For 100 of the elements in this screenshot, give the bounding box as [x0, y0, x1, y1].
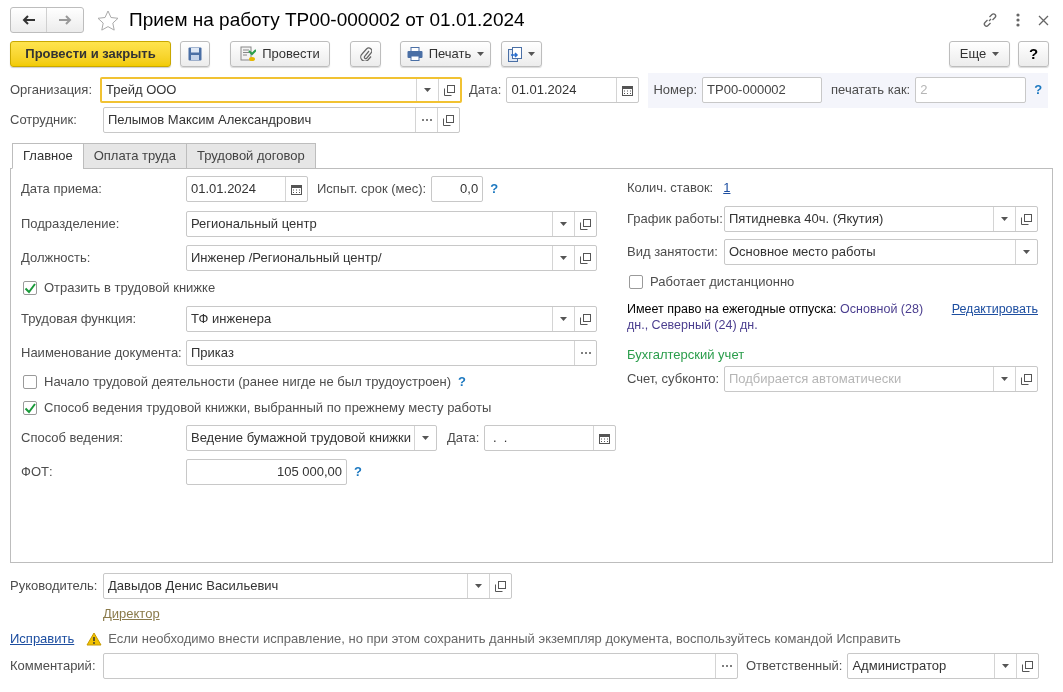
window-title: Прием на работу ТР00-000002 от 01.01.2024	[129, 7, 525, 32]
input-field[interactable]: ТР00-000002	[702, 77, 823, 103]
arrow-right-icon	[58, 15, 72, 25]
help-link[interactable]: ?	[458, 372, 467, 392]
field-label: Должность:	[21, 249, 92, 268]
caret-down-icon	[560, 222, 567, 226]
field-value: Основное место работы	[729, 243, 876, 262]
help-button[interactable]: ?	[1018, 41, 1049, 67]
arrow-left-icon	[21, 15, 36, 25]
caret-down-icon	[422, 436, 429, 440]
input-field[interactable]: Трейд ООО	[100, 77, 462, 103]
attach-button[interactable]	[350, 41, 381, 67]
more-button[interactable]: Еще	[949, 41, 1010, 67]
help-link[interactable]: ?	[1034, 80, 1043, 100]
field-value: 01.01.2024	[511, 81, 577, 100]
field-value: 105 000,00	[276, 463, 342, 482]
open-window-icon	[443, 114, 454, 126]
open-window-icon	[580, 313, 591, 325]
input-field[interactable]: Пятидневка 40ч. (Якутия)	[724, 206, 1038, 232]
checkbox[interactable]	[23, 281, 37, 295]
open-window-icon	[1022, 660, 1034, 672]
field-label: Колич. ставок:	[627, 179, 714, 198]
field-value: ТР00-000002	[707, 81, 786, 100]
rate-link[interactable]: 1	[723, 178, 731, 198]
calendar-icon	[291, 183, 302, 195]
field-label: Счет, субконто:	[627, 370, 721, 389]
position-link[interactable]: Директор	[103, 604, 160, 624]
caret-down-icon	[1002, 664, 1010, 668]
input-field[interactable]	[103, 653, 738, 679]
caret-down-icon	[560, 317, 567, 321]
field-label: Сотрудник:	[10, 111, 78, 130]
document-arrow-icon	[508, 46, 522, 62]
field-value: Инженер /Региональный центр/	[191, 249, 382, 268]
input-field[interactable]: Основное место работы	[724, 239, 1038, 265]
input-field[interactable]: Региональный центр	[186, 211, 597, 237]
field-label: Способ ведения:	[21, 429, 125, 448]
edit-link[interactable]: Редактировать	[951, 301, 1038, 333]
caret-down-icon	[1001, 217, 1008, 221]
tab[interactable]: Оплата труда	[82, 143, 187, 169]
checkbox[interactable]	[23, 375, 37, 389]
correction-link[interactable]: Исправить	[10, 629, 75, 649]
document-post-icon	[240, 46, 257, 62]
open-window-icon	[444, 84, 455, 96]
field-label: Дата приема:	[21, 180, 103, 199]
help-link[interactable]: ?	[354, 462, 362, 482]
input-field[interactable]: 01.01.2024	[506, 77, 640, 103]
field-label: Дата:	[469, 81, 502, 100]
post-and-close-button[interactable]: Провести и закрыть	[10, 41, 171, 67]
field-value: Пятидневка 40ч. (Якутия)	[729, 210, 884, 229]
input-field[interactable]: Администратор	[847, 653, 1040, 679]
input-field[interactable]: 105 000,00	[186, 459, 347, 485]
save-button[interactable]	[180, 41, 210, 67]
open-window-icon	[1021, 373, 1032, 385]
export-button[interactable]	[501, 41, 542, 67]
caret-down-icon	[1023, 250, 1030, 254]
tab[interactable]: Трудовой договор	[185, 143, 316, 169]
vacation-text: Имеет право на ежегодные отпуска: Основной (28) дн., Северный (24) дн.	[627, 301, 925, 333]
input-field[interactable]: ТФ инженера	[186, 306, 597, 332]
checkbox[interactable]	[629, 275, 643, 289]
field-label: печатать как:	[831, 81, 911, 100]
caret-down-icon	[560, 256, 567, 260]
input-field[interactable]: Ведение бумажной трудовой книжки	[186, 425, 437, 451]
input-field[interactable]: Инженер /Региональный центр/	[186, 245, 597, 271]
field-label: Руководитель:	[10, 577, 99, 596]
input-field[interactable]: 0,0	[431, 176, 484, 202]
input-field[interactable]: . .	[484, 425, 617, 451]
input-field[interactable]: 01.01.2024	[186, 176, 308, 202]
checkbox-label: Работает дистанционно	[650, 273, 795, 292]
field-label: Дата:	[447, 429, 480, 448]
star-icon[interactable]	[97, 9, 119, 31]
field-placeholder: 2	[920, 81, 928, 100]
field-value: Трейд ООО	[106, 81, 177, 100]
field-label: Ответственный:	[746, 657, 843, 676]
more-vertical-icon[interactable]	[1016, 13, 1020, 27]
post-button[interactable]: Провести	[230, 41, 330, 67]
help-link[interactable]: ?	[490, 179, 499, 199]
caret-down-icon	[475, 584, 482, 588]
link-icon[interactable]	[982, 12, 998, 28]
input-field[interactable]: Приказ	[186, 340, 597, 366]
close-icon[interactable]	[1038, 14, 1049, 26]
checkmark-icon	[24, 282, 36, 294]
field-placeholder: Подбирается автоматически	[729, 370, 902, 389]
input-field[interactable]: Давыдов Денис Васильевич	[103, 573, 512, 599]
warning-message: Если необходимо внести исправление, но при этом сохранить данный экземпляр документа, воспользуйтесь командой Исправить	[108, 630, 901, 649]
field-label: Испыт. срок (мес):	[317, 180, 427, 199]
caret-down-icon	[424, 88, 431, 92]
input-field[interactable]: Пелымов Максим Александрович	[103, 107, 460, 133]
field-value: Ведение бумажной трудовой книжки	[191, 429, 411, 448]
calendar-icon	[599, 432, 611, 444]
open-window-icon	[580, 252, 591, 264]
checkbox-label: Способ ведения трудовой книжки, выбранный по прежнему месту работы	[44, 399, 492, 418]
section-heading: Бухгалтерский учет	[627, 346, 746, 363]
field-value: . .	[492, 429, 508, 448]
tab[interactable]: Главное	[12, 143, 84, 169]
checkbox[interactable]	[23, 401, 37, 415]
print-button[interactable]: Печать	[400, 41, 491, 67]
field-label: Наименование документа:	[21, 344, 183, 363]
field-label: График работы:	[627, 210, 724, 229]
caret-down-icon	[992, 52, 1000, 56]
field-value: 01.01.2024	[191, 180, 257, 199]
